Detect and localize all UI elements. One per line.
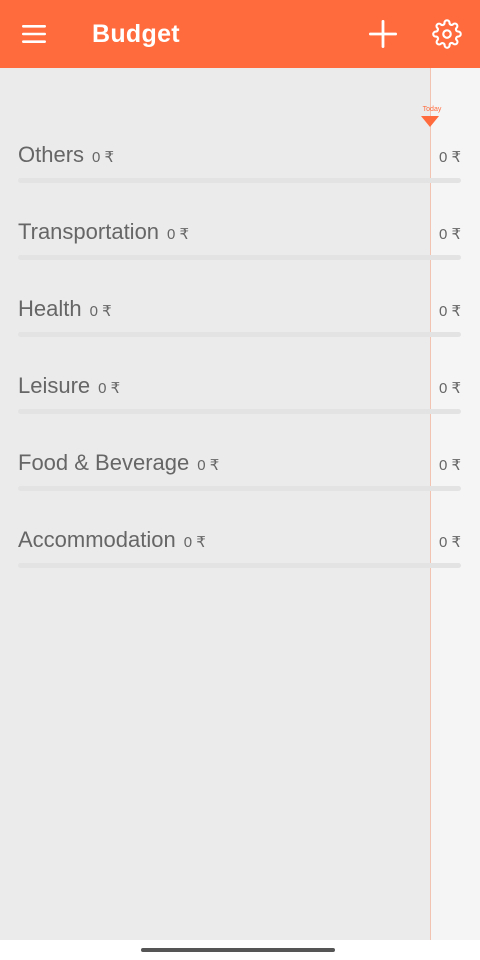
category-name: Food & Beverage [18,450,190,475]
add-button[interactable] [363,14,403,54]
category-name: Transportation [18,219,160,244]
category-row-leisure[interactable]: Leisure 0 ₹ 0 ₹ [0,373,480,433]
category-row-accommodation[interactable]: Accommodation 0 ₹ 0 ₹ [0,527,480,587]
category-progress-bar [18,332,461,337]
category-budget: 0 ₹ [438,380,461,397]
today-marker-icon [421,116,439,127]
category-name: Health [18,296,82,321]
category-spent: 0 ₹ [92,149,115,166]
category-spent: 0 ₹ [89,303,112,320]
category-budget: 0 ₹ [438,534,461,551]
system-navigation-bar [0,940,480,960]
category-progress-bar [18,563,461,568]
page-title: Budget [92,20,180,48]
category-budget: 0 ₹ [438,457,461,474]
category-name: Leisure [18,373,91,398]
category-progress-bar [18,486,461,491]
gear-icon [432,19,462,49]
settings-button[interactable] [427,14,467,54]
category-budget: 0 ₹ [438,149,461,166]
category-row-others[interactable]: Others 0 ₹ 0 ₹ [0,142,480,202]
category-row-transportation[interactable]: Transportation 0 ₹ 0 ₹ [0,219,480,279]
category-row-health[interactable]: Health 0 ₹ 0 ₹ [0,296,480,356]
plus-icon [369,20,397,48]
category-name: Others [18,142,85,167]
category-progress-bar [18,178,461,183]
category-spent: 0 ₹ [197,457,220,474]
home-indicator[interactable] [141,948,335,952]
today-label: Today [422,106,442,113]
category-progress-bar [18,409,461,414]
hamburger-menu-icon [22,25,46,43]
category-spent: 0 ₹ [98,380,121,397]
category-budget: 0 ₹ [438,303,461,320]
category-progress-bar [18,255,461,260]
category-name: Accommodation [18,527,176,552]
app-bar: Budget [0,0,480,68]
menu-button[interactable] [14,14,54,54]
category-spent: 0 ₹ [183,534,206,551]
category-budget: 0 ₹ [438,226,461,243]
category-spent: 0 ₹ [167,226,190,243]
category-row-food-beverage[interactable]: Food & Beverage 0 ₹ 0 ₹ [0,450,480,510]
